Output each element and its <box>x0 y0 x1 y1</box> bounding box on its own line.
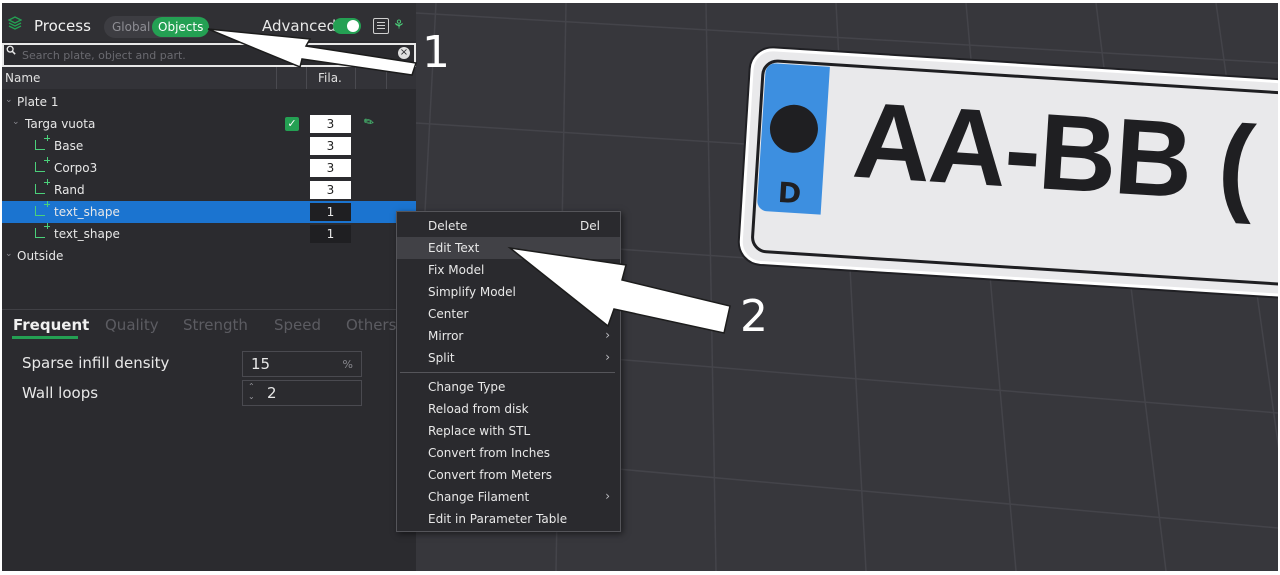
annotation-arrow-1 <box>207 28 417 76</box>
annotation-overlay <box>207 28 731 334</box>
app-window: D AA-BB ( Process Global Objects Advance… <box>2 3 1278 571</box>
annotation-number-2: 2 <box>740 291 768 342</box>
annotation-number-1: 1 <box>422 27 450 78</box>
annotation-arrow-2 <box>507 246 731 334</box>
